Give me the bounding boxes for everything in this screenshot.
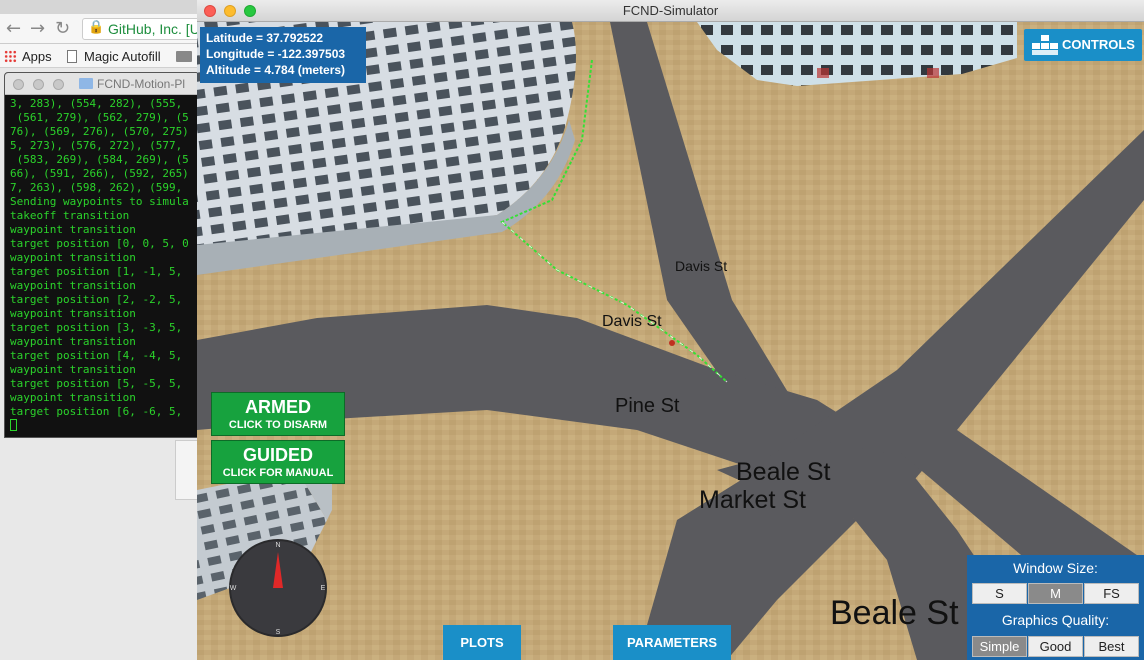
background-window	[175, 440, 199, 500]
reload-icon[interactable]: ↻	[55, 19, 73, 39]
desktop: ← → ↻ 🔒 GitHub, Inc. [U Apps Magic Autof…	[0, 0, 1144, 660]
back-icon[interactable]: ←	[6, 19, 24, 39]
window-size-heading: Window Size:	[1013, 560, 1098, 576]
terminal-line: waypoint transition	[10, 391, 136, 404]
lock-icon: 🔒	[88, 20, 105, 35]
terminal-line: target position [3, -3, 5,	[10, 321, 183, 334]
compass-n: N	[275, 542, 280, 549]
terminal-line: (583, 269), (584, 269), (5	[10, 153, 189, 166]
page-icon	[67, 50, 77, 63]
terminal-line: 76), (569, 276), (570, 275)	[10, 125, 189, 138]
terminal-line: takeoff transition	[10, 209, 130, 222]
zoom-icon[interactable]	[53, 79, 64, 90]
close-icon[interactable]	[13, 79, 24, 90]
terminal-line: Sending waypoints to simula	[10, 195, 189, 208]
terminal-line: (561, 279), (562, 279), (5	[10, 111, 189, 124]
terminal-line: waypoint transition	[10, 251, 136, 264]
plots-button[interactable]: PLOTS	[443, 625, 521, 660]
longitude-readout: Longitude = -122.397503	[206, 47, 346, 61]
parameters-button[interactable]: PARAMETERS	[613, 625, 731, 660]
folder-icon	[79, 78, 93, 89]
graphics-quality-simple[interactable]: Simple	[972, 636, 1027, 657]
window-size-fs[interactable]: FS	[1084, 583, 1139, 604]
drone-icon	[669, 340, 675, 346]
graphics-quality-heading: Graphics Quality:	[1001, 612, 1110, 628]
compass-s: S	[276, 629, 281, 636]
armed-subtitle: CLICK TO DISARM	[228, 419, 328, 431]
terminal-line: target position [5, -5, 5,	[10, 377, 183, 390]
armed-title: ARMED	[245, 397, 311, 417]
terminal-line: waypoint transition	[10, 363, 136, 376]
compass-e: E	[321, 585, 326, 592]
simulator-window: FCND-Simulator Davis St Davis St Pine St…	[197, 0, 1144, 660]
terminal-line: target position [6, -6, 5,	[10, 405, 183, 418]
terminal-line: target position [1, -1, 5,	[10, 265, 183, 278]
street-label-beale: Beale St	[736, 458, 831, 486]
terminal-line: target position [0, 0, 5, 0	[10, 237, 189, 250]
minimize-icon[interactable]	[33, 79, 44, 90]
window-title: FCND-Simulator	[622, 3, 719, 18]
terminal-line: waypoint transition	[10, 335, 136, 348]
terminal-line: waypoint transition	[10, 279, 136, 292]
latitude-readout: Latitude = 37.792522	[206, 31, 324, 45]
compass-w: W	[230, 585, 237, 592]
terminal-line: 7, 263), (598, 262), (599,	[10, 181, 183, 194]
guided-button[interactable]: GUIDED CLICK FOR MANUAL	[211, 440, 345, 484]
terminal-output[interactable]: 3, 283), (554, 282), (555, (561, 279), (…	[10, 97, 199, 433]
terminal-cursor	[10, 419, 17, 431]
terminal-line: waypoint transition	[10, 223, 136, 236]
street-label-market: Market St	[699, 486, 806, 514]
apps-grid-icon	[4, 50, 17, 63]
street-label-davis: Davis St	[602, 313, 662, 330]
folder-icon[interactable]	[176, 51, 192, 62]
terminal-window: FCND-Motion-Pl 3, 283), (554, 282), (555…	[4, 72, 200, 438]
armed-button[interactable]: ARMED CLICK TO DISARM	[211, 392, 345, 436]
street-label-davis-north: Davis St	[675, 258, 728, 274]
street-label-beale-south: Beale St	[830, 594, 959, 632]
window-size-m[interactable]: M	[1028, 583, 1083, 604]
terminal-line: 5, 273), (576, 272), (577,	[10, 139, 183, 152]
terminal-titlebar: FCND-Motion-Pl	[5, 73, 199, 95]
gps-readout: Latitude = 37.792522 Longitude = -122.39…	[200, 27, 366, 83]
graphics-quality-good[interactable]: Good	[1028, 636, 1083, 657]
forward-icon[interactable]: →	[30, 19, 48, 39]
address-bar-text: GitHub, Inc. [U	[108, 21, 200, 37]
guided-title: GUIDED	[242, 445, 313, 465]
window-size-s[interactable]: S	[972, 583, 1027, 604]
controls-icon	[1032, 35, 1058, 55]
street-label-pine: Pine St	[615, 395, 680, 417]
settings-panel: Window Size: S M FS Graphics Quality: Si…	[967, 555, 1144, 660]
compass: N S E W	[229, 539, 327, 637]
graphics-quality-best[interactable]: Best	[1084, 636, 1139, 657]
bookmark-apps[interactable]: Apps	[22, 49, 52, 64]
bookmark-magic-autofill[interactable]: Magic Autofill	[84, 49, 161, 64]
terminal-line: waypoint transition	[10, 307, 136, 320]
simulator-titlebar: FCND-Simulator	[197, 0, 1144, 22]
controls-label: CONTROLS	[1062, 37, 1135, 52]
terminal-title: FCND-Motion-Pl	[97, 77, 186, 91]
terminal-line: target position [2, -2, 5,	[10, 293, 183, 306]
terminal-line: target position [4, -4, 5,	[10, 349, 183, 362]
terminal-line: 66), (591, 266), (592, 265)	[10, 167, 189, 180]
guided-subtitle: CLICK FOR MANUAL	[222, 467, 334, 479]
terminal-line: 3, 283), (554, 282), (555,	[10, 97, 183, 110]
controls-button[interactable]: CONTROLS	[1024, 29, 1142, 61]
altitude-readout: Altitude = 4.784 (meters)	[206, 63, 346, 77]
